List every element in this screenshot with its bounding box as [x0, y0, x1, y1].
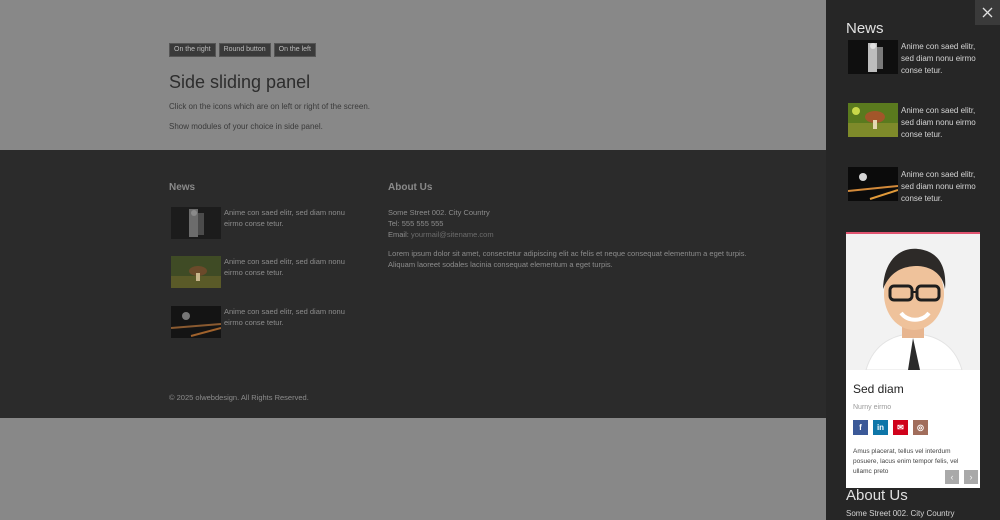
list-item[interactable]: Anime con saed elitr, sed diam nonu eirm…: [169, 256, 369, 290]
team-photo: [846, 234, 980, 370]
list-item[interactable]: Anime con saed elitr, sed diam nonu eirm…: [169, 306, 369, 340]
footer-lorem: Lorem ipsum dolor sit amet, consectetur …: [388, 249, 747, 269]
news-thumbnail[interactable]: [171, 256, 221, 288]
list-item[interactable]: Anime con saed elitr, sed diam nonu eirm…: [169, 207, 369, 241]
mail-icon[interactable]: ✉: [893, 420, 908, 435]
facebook-icon[interactable]: f: [853, 420, 868, 435]
footer-tel: Tel: 555 555 555: [388, 219, 444, 228]
intro-line-1: Click on the icons which are on left or …: [169, 102, 370, 111]
social-links: f in ✉ ◎: [853, 420, 928, 435]
copyright: © 2025 olwebdesign. All Rights Reserved.: [169, 393, 309, 402]
team-member-role: Nurny eirmo: [853, 404, 892, 411]
round-button[interactable]: Round button: [218, 43, 271, 57]
panel-about-title: About Us: [846, 487, 908, 504]
news-text[interactable]: Anime con saed elitr, sed diam nonu eirm…: [901, 105, 981, 141]
footer-email-row: Email: yourmail@sitename.com: [388, 229, 768, 240]
person-photo: [846, 234, 980, 370]
footer-email-link[interactable]: yourmail@sitename.com: [411, 230, 494, 239]
panel-news-title: News: [846, 20, 884, 37]
footer-email-label: Email:: [388, 230, 409, 239]
news-text[interactable]: Anime con saed elitr, sed diam nonu eirm…: [224, 256, 364, 278]
team-card: Sed diam Nurny eirmo f in ✉ ◎ Amus place…: [846, 232, 980, 488]
news-text[interactable]: Anime con saed elitr, sed diam nonu eirm…: [224, 306, 364, 328]
next-arrow-icon[interactable]: ›: [964, 470, 978, 484]
footer-news-title: News: [169, 182, 196, 193]
close-icon[interactable]: [982, 7, 993, 18]
page-title: Side sliding panel: [169, 72, 311, 92]
intro-line-2: Show modules of your choice in side pane…: [169, 122, 323, 131]
news-thumbnail[interactable]: [848, 103, 898, 137]
footer-about-title: About Us: [388, 182, 433, 193]
card-nav: ‹ ›: [945, 470, 978, 484]
news-text[interactable]: Anime con saed elitr, sed diam nonu eirm…: [901, 169, 981, 205]
news-text[interactable]: Anime con saed elitr, sed diam nonu eirm…: [224, 207, 364, 229]
footer-address: Some Street 002. City Country: [388, 208, 490, 217]
news-thumbnail[interactable]: [848, 40, 898, 74]
team-member-name: Sed diam: [853, 382, 904, 396]
news-text[interactable]: Anime con saed elitr, sed diam nonu eirm…: [901, 41, 981, 77]
panel-buttons: On the right Round button On the left: [169, 43, 316, 57]
panel-address: Some Street 002. City Country: [846, 509, 955, 518]
news-thumbnail[interactable]: [848, 167, 898, 201]
on-the-left-button[interactable]: On the left: [273, 43, 316, 57]
close-button[interactable]: [975, 0, 1000, 25]
news-thumbnail[interactable]: [171, 207, 221, 239]
instagram-icon[interactable]: ◎: [913, 420, 928, 435]
on-the-right-button[interactable]: On the right: [169, 43, 216, 57]
news-thumbnail[interactable]: [171, 306, 221, 338]
prev-arrow-icon[interactable]: ‹: [945, 470, 959, 484]
linkedin-icon[interactable]: in: [873, 420, 888, 435]
footer-about: Some Street 002. City Country Tel: 555 5…: [388, 207, 768, 270]
page: On the right Round button On the left Si…: [0, 0, 1000, 520]
